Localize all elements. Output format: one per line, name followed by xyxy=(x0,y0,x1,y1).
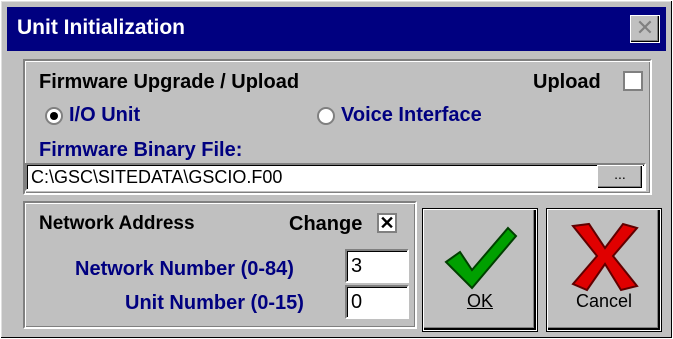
firmware-file-input[interactable] xyxy=(25,163,646,191)
unit-number-input[interactable] xyxy=(345,285,409,319)
unit-number-label: Unit Number (0-15) xyxy=(125,292,304,314)
network-group: Network Address Change ✕ Network Number … xyxy=(23,201,417,329)
dialog-title: Unit Initialization xyxy=(17,16,185,39)
upload-checkbox[interactable] xyxy=(623,71,643,91)
close-icon: ✕ xyxy=(635,15,655,40)
change-label: Change xyxy=(289,213,363,235)
cancel-button[interactable]: Cancel xyxy=(547,209,661,331)
ok-label: OK xyxy=(466,291,493,311)
upload-label: Upload xyxy=(533,71,601,93)
voice-interface-radio[interactable] xyxy=(317,107,335,125)
firmware-group: Firmware Upgrade / Upload Upload I/O Uni… xyxy=(23,59,652,195)
io-unit-radio[interactable] xyxy=(45,107,63,125)
dialog-window: Unit Initialization ✕ Firmware Upgrade /… xyxy=(0,0,673,339)
browse-button[interactable]: ... xyxy=(597,165,643,189)
change-checkbox[interactable]: ✕ xyxy=(377,213,397,233)
firmware-file-label: Firmware Binary File: xyxy=(39,139,243,161)
check-x-icon: ✕ xyxy=(379,213,395,233)
network-number-label: Network Number (0-84) xyxy=(75,258,294,280)
voice-interface-label[interactable]: Voice Interface xyxy=(341,104,482,127)
checkmark-icon xyxy=(444,226,518,290)
network-group-label: Network Address xyxy=(39,213,195,234)
title-bar[interactable]: Unit Initialization ✕ xyxy=(7,7,666,51)
close-button[interactable]: ✕ xyxy=(630,15,660,43)
firmware-group-label: Firmware Upgrade / Upload xyxy=(39,71,300,93)
io-unit-label[interactable]: I/O Unit xyxy=(69,104,140,127)
ok-button[interactable]: OK xyxy=(423,209,537,331)
red-x-icon xyxy=(571,222,639,292)
cancel-label: Cancel xyxy=(575,291,633,311)
radio-selected-dot xyxy=(50,112,58,120)
network-number-input[interactable] xyxy=(345,249,409,283)
